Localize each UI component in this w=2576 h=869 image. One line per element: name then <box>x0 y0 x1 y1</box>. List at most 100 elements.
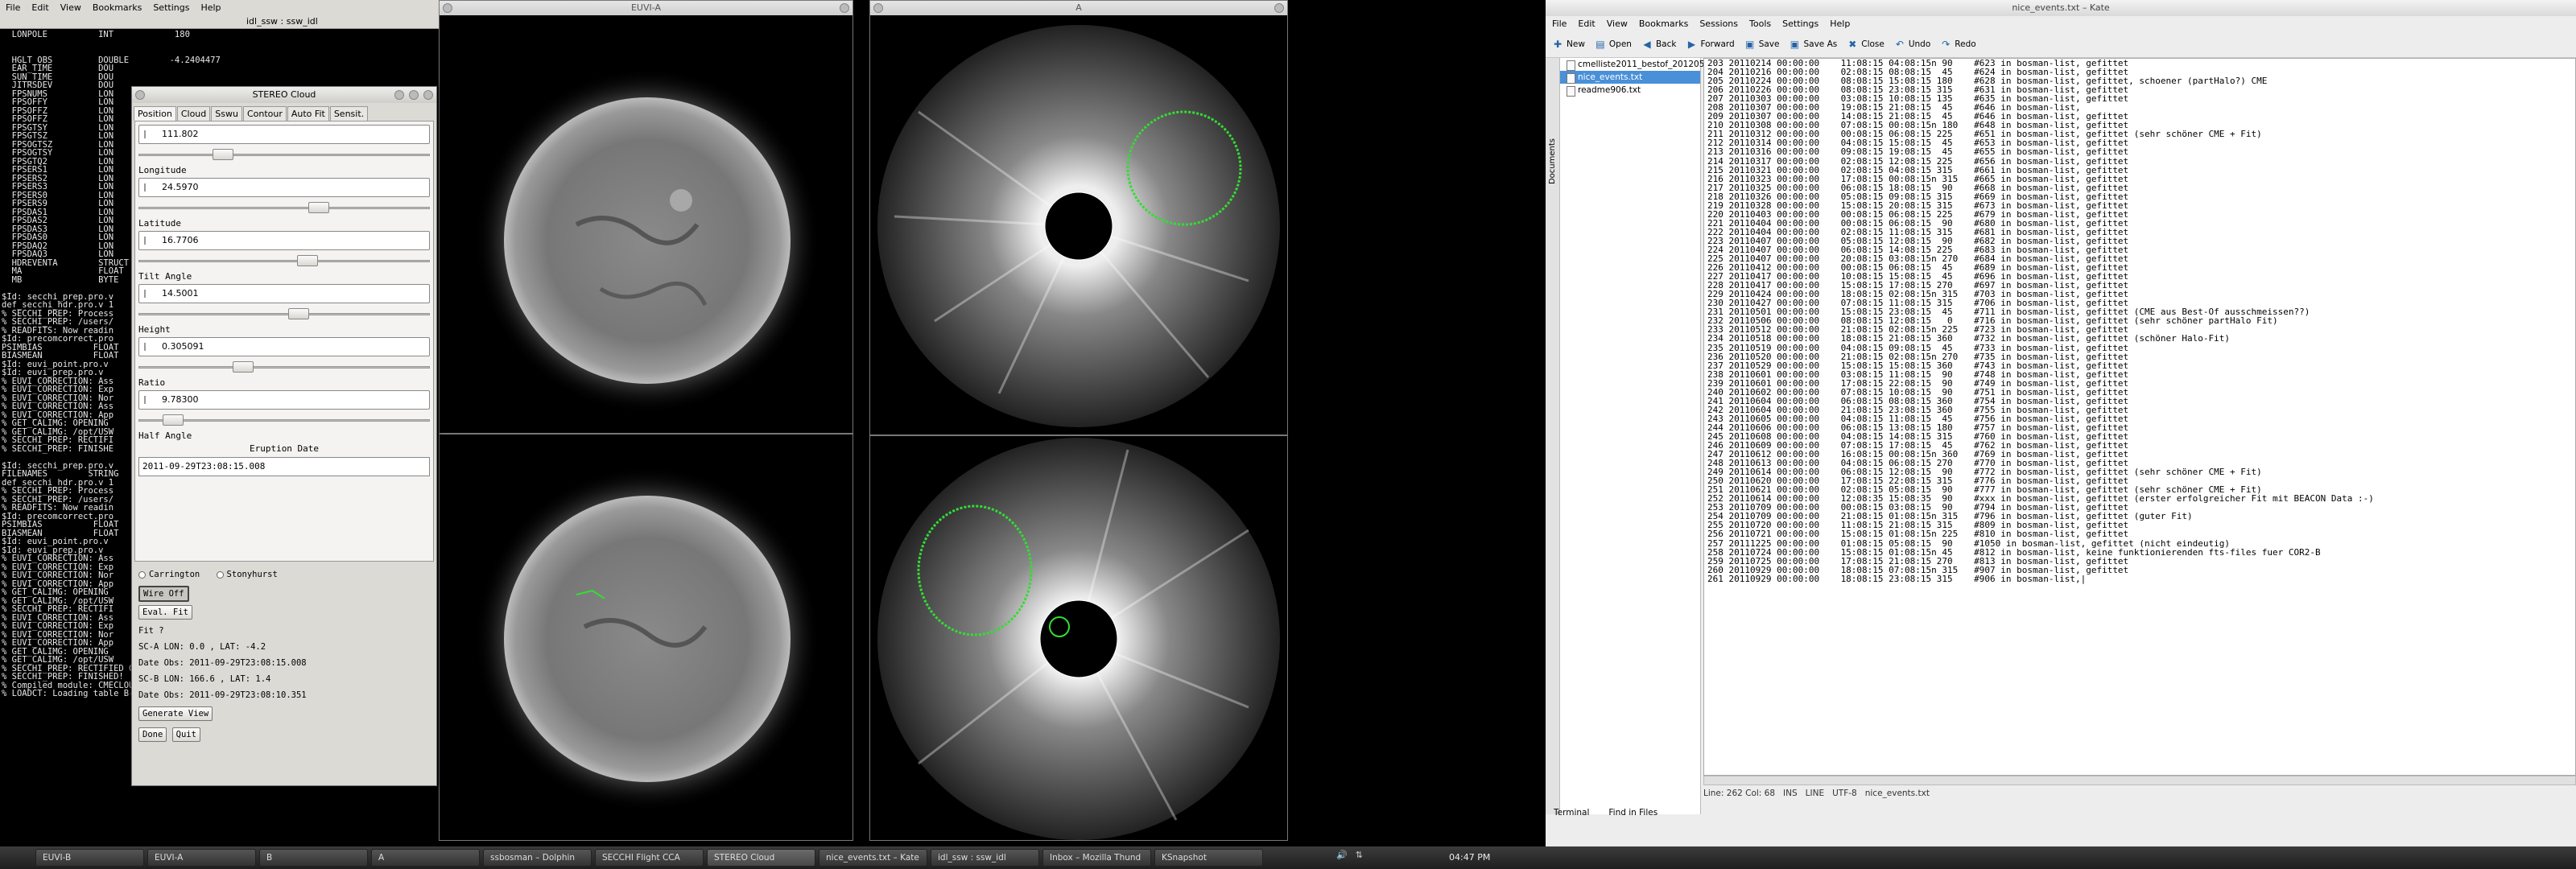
param-slider[interactable] <box>138 255 430 268</box>
text-editor[interactable]: 203 20110214 00:00:00 11:08:15 04:08:15n… <box>1703 58 2576 776</box>
wire-off-button[interactable]: Wire Off <box>138 585 189 602</box>
kate-menu-settings[interactable]: Settings <box>1782 19 1818 29</box>
clock[interactable]: 04:47 PM <box>1449 852 1490 863</box>
taskbar-task[interactable]: SECCHI Flight CCA <box>595 849 704 867</box>
kate-menu-sessions[interactable]: Sessions <box>1699 19 1738 29</box>
terminal-menu-bookmarks[interactable]: Bookmarks <box>87 2 147 13</box>
close-button[interactable]: ✖ Close <box>1847 39 1885 50</box>
tab-auto-fit[interactable]: Auto Fit <box>287 106 329 121</box>
network-icon[interactable]: ⇅ <box>1356 850 1363 860</box>
slider-thumb[interactable] <box>212 149 233 160</box>
tab-sensit[interactable]: Sensit. <box>329 106 369 121</box>
terminal-menu-view[interactable]: View <box>55 2 87 13</box>
terminal-menu-settings[interactable]: Settings <box>147 2 195 13</box>
editor-line[interactable]: 258 20110724 00:00:00 15:08:15 01:08:15n… <box>1704 548 2575 557</box>
minimize-icon[interactable] <box>409 90 419 100</box>
document-list-item[interactable]: readme906.txt <box>1560 84 1700 97</box>
tab-cloud[interactable]: Cloud <box>176 106 211 121</box>
param-value-field[interactable]: 16.7706 <box>138 231 430 250</box>
param-value-field[interactable]: 0.305091 <box>138 337 430 356</box>
taskbar-task[interactable]: Inbox – Mozilla Thund <box>1042 849 1151 867</box>
param-slider[interactable] <box>138 414 430 427</box>
generate-view-button[interactable]: Generate View <box>138 706 213 721</box>
editor-line[interactable]: 214 20110317 00:00:00 02:08:15 12:08:15 … <box>1704 156 2575 165</box>
slider-thumb[interactable] <box>233 361 254 373</box>
taskbar-task[interactable]: EUVI-A <box>147 849 256 867</box>
taskbar-task[interactable]: B <box>259 849 368 867</box>
slider-thumb[interactable] <box>296 255 318 266</box>
editor-line[interactable]: 215 20110321 00:00:00 02:08:15 04:08:15 … <box>1704 166 2575 175</box>
tab-contour[interactable]: Contour <box>242 106 287 121</box>
forward-button[interactable]: ▶ Forward <box>1686 39 1735 50</box>
param-value-field[interactable]: 14.5001 <box>138 284 430 303</box>
cor-window[interactable]: A <box>869 0 1288 841</box>
find-in-files-tab[interactable]: Find in Files <box>1608 808 1657 818</box>
volume-icon[interactable]: 🔊 <box>1336 850 1348 860</box>
editor-line[interactable]: 234 20110518 00:00:00 18:08:15 21:08:15 … <box>1704 334 2575 343</box>
editor-line[interactable]: 216 20110323 00:00:00 17:08:15 00:08:15n… <box>1704 175 2575 183</box>
slider-thumb[interactable] <box>288 308 310 319</box>
param-value-field[interactable]: 9.78300 <box>138 390 430 410</box>
taskbar-task[interactable]: ssbosman – Dolphin <box>483 849 592 867</box>
document-list-item[interactable]: nice_events.txt <box>1560 71 1700 84</box>
documents-sidetab[interactable]: Documents <box>1546 58 1560 814</box>
document-list-item[interactable]: cmelliste2011_bestof_20120515.txt <box>1560 58 1730 71</box>
terminal-menu-edit[interactable]: Edit <box>26 2 54 13</box>
status-selection-mode[interactable]: LINE <box>1806 789 1824 798</box>
undo-button[interactable]: ↶ Undo <box>1894 39 1930 50</box>
param-slider[interactable] <box>138 361 430 374</box>
kate-menu-tools[interactable]: Tools <box>1749 19 1771 29</box>
open-button[interactable]: ▤ Open <box>1595 39 1632 50</box>
param-slider[interactable] <box>138 308 430 321</box>
editor-line[interactable]: 261 20110929 00:00:00 18:08:15 23:08:15 … <box>1704 575 2575 583</box>
slider-thumb[interactable] <box>163 414 184 426</box>
radio-stonyhurst[interactable]: Stonyhurst <box>216 570 278 579</box>
kate-menu-file[interactable]: File <box>1552 19 1567 29</box>
window-menu-icon[interactable] <box>873 3 883 13</box>
terminal-tool-tab[interactable]: Terminal <box>1554 808 1589 818</box>
editor-line[interactable]: 235 20110519 00:00:00 04:08:15 09:08:15 … <box>1704 343 2575 352</box>
editor-line[interactable]: 257 20111225 00:00:00 01:08:15 05:08:15 … <box>1704 538 2575 547</box>
help-icon[interactable] <box>394 90 404 100</box>
status-encoding[interactable]: UTF-8 <box>1832 789 1857 798</box>
editor-line[interactable]: 236 20110520 00:00:00 21:08:15 02:08:15n… <box>1704 352 2575 360</box>
eruption-date-field[interactable]: 2011-09-29T23:08:15.008 <box>138 457 430 476</box>
close-icon[interactable] <box>1274 3 1284 13</box>
taskbar-task[interactable]: EUVI-B <box>35 849 144 867</box>
kate-menu-view[interactable]: View <box>1607 19 1628 29</box>
quit-button[interactable]: Quit <box>171 727 200 742</box>
kate-menu-help[interactable]: Help <box>1830 19 1850 29</box>
taskbar-task[interactable]: KSnapshot <box>1154 849 1263 867</box>
stereo-cloud-dialog[interactable]: STEREO Cloud Position Cloud Sswu Contour… <box>131 86 437 786</box>
tab-position[interactable]: Position <box>134 106 176 121</box>
status-insert-mode[interactable]: INS <box>1783 789 1798 798</box>
taskbar-task[interactable]: STEREO Cloud <box>707 849 815 867</box>
kate-menu-edit[interactable]: Edit <box>1578 19 1595 29</box>
horizontal-scrollbar[interactable] <box>1703 776 2576 785</box>
taskbar-task[interactable]: nice_events.txt – Kate <box>819 849 927 867</box>
param-slider[interactable] <box>138 149 430 162</box>
slider-thumb[interactable] <box>308 202 330 213</box>
euvi-a-window[interactable]: EUVI-A <box>439 0 853 841</box>
taskbar-task[interactable]: A <box>371 849 480 867</box>
param-slider[interactable] <box>138 202 430 215</box>
editor-line[interactable]: 256 20110721 00:00:00 15:08:15 01:08:15n… <box>1704 529 2575 538</box>
close-icon[interactable] <box>840 3 849 13</box>
terminal-menu-file[interactable]: File <box>0 2 26 13</box>
terminal-tab[interactable]: idl_ssw : ssw_idl <box>242 16 323 27</box>
close-icon[interactable] <box>423 90 433 100</box>
new-button[interactable]: ✚ New <box>1552 39 1585 50</box>
param-value-field[interactable]: 111.802 <box>138 125 430 144</box>
back-button[interactable]: ◀ Back <box>1641 39 1676 50</box>
done-button[interactable]: Done <box>138 727 167 742</box>
editor-line[interactable]: 259 20110725 00:00:00 17:08:15 21:08:15 … <box>1704 557 2575 566</box>
radio-carrington[interactable]: Carrington <box>138 570 200 579</box>
save-button[interactable]: ▣ Save <box>1744 39 1779 50</box>
terminal-menu-help[interactable]: Help <box>195 2 226 13</box>
save-as-button[interactable]: ▣ Save As <box>1789 39 1837 50</box>
taskbar-task[interactable]: idl_ssw : ssw_idl <box>931 849 1039 867</box>
editor-line[interactable]: 237 20110529 00:00:00 15:08:15 15:08:15 … <box>1704 361 2575 370</box>
kate-menu-bookmarks[interactable]: Bookmarks <box>1639 19 1688 29</box>
kate-window[interactable]: nice_events.txt – Kate File Edit View Bo… <box>1546 0 2576 846</box>
window-menu-icon[interactable] <box>135 90 145 100</box>
